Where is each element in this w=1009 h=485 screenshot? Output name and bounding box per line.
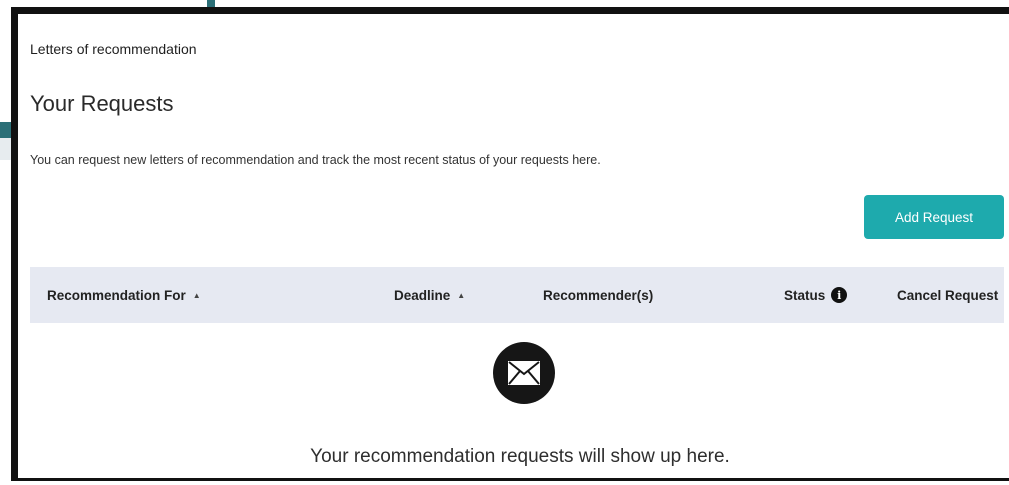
page: Letters of recommendation Your Requests … [0,0,1009,485]
column-header-label: Recommendation For [47,287,186,303]
column-header-deadline[interactable]: Deadline ▲ [394,267,465,323]
add-request-button[interactable]: Add Request [864,195,1004,239]
column-header-label: Recommender(s) [543,287,654,303]
table-header: Recommendation For ▲ Deadline ▲ Recommen… [30,267,1004,323]
column-header-label: Status [784,287,826,303]
breadcrumb: Letters of recommendation [30,41,197,57]
empty-state-message: Your recommendation requests will show u… [310,446,730,467]
recommendations-panel: Letters of recommendation Your Requests … [11,7,1009,481]
column-header-label: Cancel Request [897,287,999,303]
column-header-cancel-request: Cancel Request [897,267,998,323]
envelope-icon [493,342,555,404]
column-header-recommenders: Recommender(s) [543,267,653,323]
page-title: Your Requests [30,91,174,116]
column-header-recommendation-for[interactable]: Recommendation For ▲ [47,267,201,323]
page-description: You can request new letters of recommend… [30,153,601,167]
sort-caret-icon[interactable]: ▲ [193,291,201,300]
sort-caret-icon[interactable]: ▲ [457,291,465,300]
envelope-glyph [508,361,540,385]
background-accent-left-light [0,138,11,160]
column-header-label: Deadline [394,287,451,303]
info-icon[interactable]: i [831,287,848,303]
column-header-status: Status i [784,267,848,323]
